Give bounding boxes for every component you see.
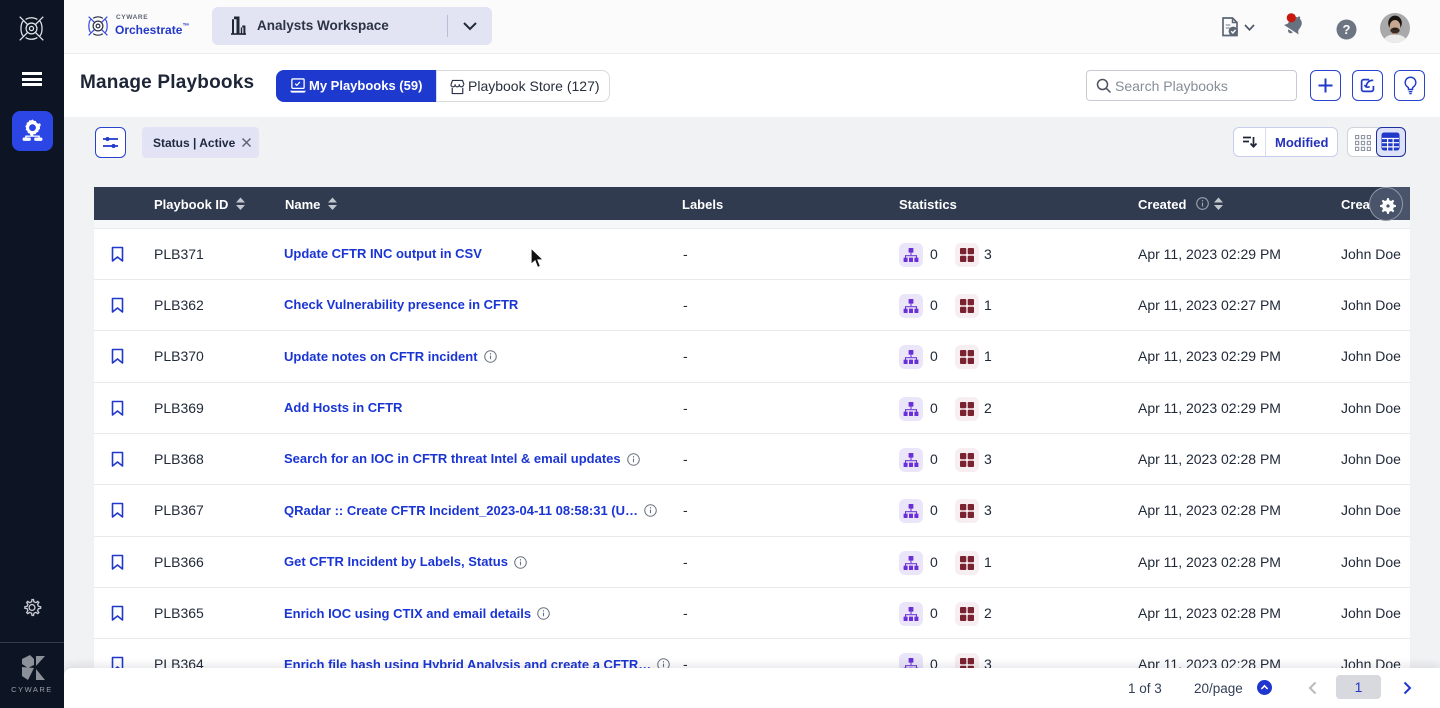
svg-text:?: ? (1343, 22, 1351, 37)
